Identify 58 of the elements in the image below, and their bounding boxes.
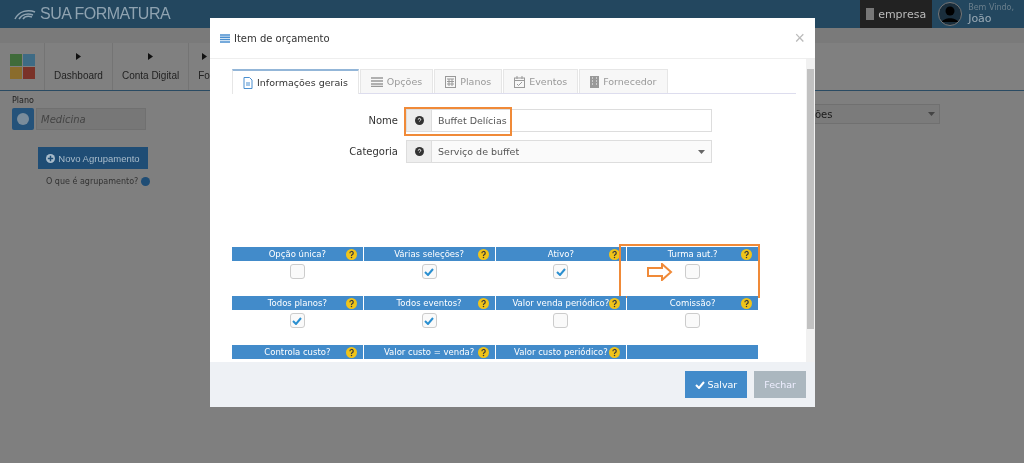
caret-icon	[928, 112, 935, 116]
calendar-icon	[514, 75, 526, 88]
help-link[interactable]: O que é agrupamento?	[46, 177, 139, 186]
company-button[interactable]: empresa	[860, 0, 933, 28]
checkbox[interactable]	[553, 313, 569, 328]
check-icon	[695, 380, 706, 389]
triangle-icon	[148, 52, 154, 60]
plus-icon	[46, 153, 56, 163]
triangle-icon	[75, 52, 81, 60]
nav-item[interactable]: Conta Digital	[112, 43, 190, 90]
user-name[interactable]: João	[968, 12, 1014, 25]
wave-icon	[14, 8, 36, 20]
checkbox[interactable]	[289, 264, 305, 279]
save-button[interactable]: Salvar	[685, 371, 748, 398]
checkbox[interactable]	[685, 313, 701, 328]
plan-label: Plano	[12, 96, 35, 105]
list-icon	[220, 33, 230, 43]
checkbox[interactable]	[421, 313, 437, 328]
tab[interactable]: Opções	[359, 69, 434, 93]
calculator-icon	[445, 75, 457, 88]
checkbox[interactable]	[553, 264, 569, 279]
option-header: Comissão?	[627, 296, 758, 310]
tab[interactable]: Informações gerais	[232, 69, 359, 94]
option-header: Todos planos?	[232, 296, 363, 310]
dialog-title: Item de orçamento	[234, 32, 330, 44]
option-header: Ativo?	[495, 247, 627, 261]
checkbox[interactable]	[289, 313, 305, 328]
category-select[interactable]: Serviço de buffet	[406, 140, 712, 163]
checkbox[interactable]	[421, 264, 437, 279]
field-label: Categoria	[348, 146, 399, 157]
option-header: Controla custo?	[232, 345, 363, 359]
option-header: Valor venda periódico?	[495, 296, 627, 310]
option-header: Todos eventos?	[363, 296, 495, 310]
field-label: Nome	[367, 115, 399, 126]
option-header: Valor custo = venda?	[363, 345, 495, 359]
building-icon	[590, 75, 600, 88]
document-icon	[243, 76, 253, 89]
brand-logo[interactable]: SUA FORMATURA	[14, 5, 171, 23]
scrollbar[interactable]	[806, 59, 815, 362]
greeting-text: Bem Vindo,	[968, 3, 1014, 12]
checkbox[interactable]	[685, 264, 701, 279]
tab[interactable]: Eventos	[503, 69, 579, 93]
arrow-icon	[647, 263, 674, 281]
select-value: ões	[815, 108, 833, 120]
triangle-icon	[201, 52, 207, 60]
tab[interactable]: Fornecedor	[579, 69, 668, 93]
option-header: Opção única?	[232, 247, 363, 261]
new-group-button[interactable]: Novo Agrupamento	[38, 147, 148, 169]
tab[interactable]: Planos	[434, 69, 503, 93]
nav-item[interactable]: Dashboard	[45, 43, 113, 90]
avatar-icon	[938, 2, 963, 26]
option-header: Turma aut.?	[627, 247, 758, 261]
option-header: Várias seleções?	[363, 247, 495, 261]
caret-icon	[698, 149, 705, 154]
help-button[interactable]	[12, 108, 34, 130]
list-icon	[370, 76, 383, 87]
building-icon	[866, 8, 875, 20]
option-header: Valor custo periódico?	[495, 345, 627, 359]
